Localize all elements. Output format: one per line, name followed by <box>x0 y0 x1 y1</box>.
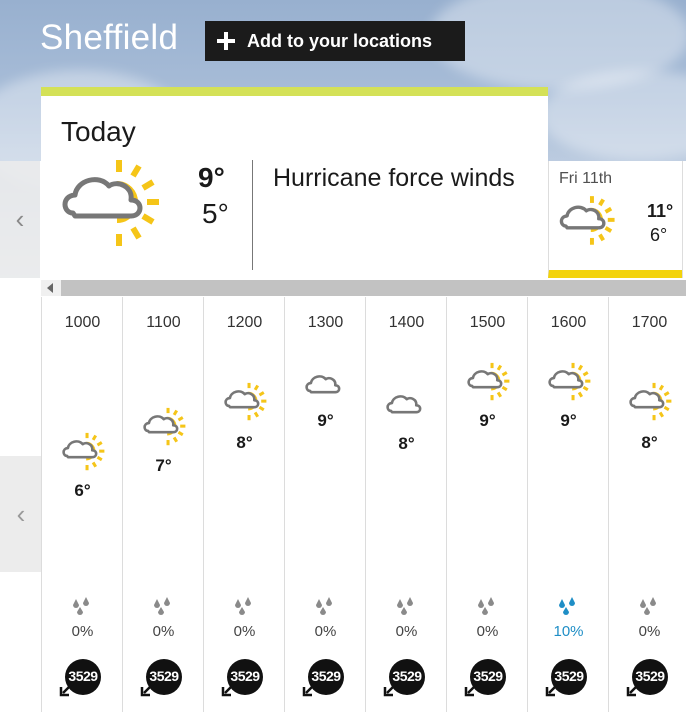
hour-temperature: 8° <box>398 434 415 453</box>
rain-chance: 10% <box>553 623 584 640</box>
hour-column[interactable]: 1700 8° 0% 3529 <box>608 297 686 712</box>
hour-column[interactable]: 1300 9° 0% 3529 <box>284 297 365 712</box>
scroll-left-button[interactable] <box>41 280 59 296</box>
raindrop-icon <box>397 597 413 615</box>
wind-direction-arrow-icon <box>383 682 398 697</box>
wind-badge: 3529 <box>221 659 263 697</box>
wind-badge: 3529 <box>464 659 506 697</box>
sunny-intervals-icon <box>224 382 267 421</box>
hour-column[interactable]: 1500 9° 0% 3529 <box>446 297 527 712</box>
hour-temperature: 8° <box>641 433 658 452</box>
scrollbar-thumb[interactable] <box>61 280 686 296</box>
weather-description: Hurricane force winds <box>273 164 515 192</box>
sunny-intervals-icon <box>629 382 672 421</box>
hour-temperature: 9° <box>479 411 496 430</box>
hour-temperature: 9° <box>317 411 334 430</box>
wind-direction-arrow-icon <box>464 682 479 697</box>
wind-badge: 3529 <box>140 659 182 697</box>
wind-direction-arrow-icon <box>302 682 317 697</box>
wind-direction-arrow-icon <box>140 682 155 697</box>
previous-hours-arrow[interactable]: ‹ <box>0 456 42 572</box>
plus-icon <box>215 30 237 52</box>
location-title: Sheffield <box>40 18 179 57</box>
raindrop-icon <box>316 597 332 615</box>
hour-time: 1500 <box>469 314 506 331</box>
wind-direction-arrow-icon <box>545 682 560 697</box>
previous-day-arrow[interactable]: ‹ <box>0 161 40 278</box>
hour-time: 1400 <box>388 314 425 331</box>
rain-chance: 0% <box>314 623 337 640</box>
divider <box>252 160 253 270</box>
hour-column[interactable]: 1100 7° 0% 3529 <box>122 297 203 712</box>
rain-chance: 0% <box>638 623 661 640</box>
next-day-card-edge[interactable] <box>682 161 686 278</box>
wind-badge: 3529 <box>302 659 344 697</box>
hour-temperature: 6° <box>74 481 91 500</box>
today-low-temp: 5° <box>202 198 229 229</box>
sunny-intervals-icon <box>467 362 510 401</box>
wind-direction-arrow-icon <box>221 682 236 697</box>
rain-chance: 0% <box>395 623 418 640</box>
add-to-locations-label: Add to your locations <box>247 30 433 51</box>
day-card-friday[interactable]: Fri 11th 11° 6° <box>548 161 682 278</box>
rain-chance: 0% <box>476 623 499 640</box>
sunny-intervals-icon <box>548 362 591 401</box>
chevron-left-icon: ‹ <box>15 204 25 234</box>
hour-temperature: 8° <box>236 433 253 452</box>
cloud-icon <box>386 395 422 414</box>
today-high-temp: 9° <box>198 162 225 193</box>
hour-column[interactable]: 1000 6° 0% 3529 <box>41 297 122 712</box>
hour-column[interactable]: 1600 9° 10% 3529 <box>527 297 608 712</box>
hour-time: 1300 <box>307 314 344 331</box>
hour-time: 1200 <box>226 314 263 331</box>
rain-chance: 0% <box>71 623 94 640</box>
sunny-intervals-icon <box>559 196 615 245</box>
cloud-icon <box>305 375 341 394</box>
wind-badge: 3529 <box>626 659 668 697</box>
wind-badge: 3529 <box>545 659 587 697</box>
sunny-intervals-icon <box>143 407 186 446</box>
raindrop-icon <box>478 597 494 615</box>
sunny-intervals-icon <box>62 432 105 471</box>
wind-direction-arrow-icon <box>626 682 641 697</box>
hour-time: 1100 <box>146 314 181 331</box>
hour-column[interactable]: 1200 8° 0% 3529 <box>203 297 284 712</box>
today-card[interactable]: Today 9° 5° Hurricane force winds <box>41 87 548 278</box>
hour-temperature: 9° <box>560 411 577 430</box>
chevron-left-icon: ‹ <box>16 498 26 529</box>
hour-column[interactable]: 1400 8° 0% 3529 <box>365 297 446 712</box>
hour-time: 1600 <box>550 314 587 331</box>
hour-time: 1000 <box>64 314 101 331</box>
raindrop-icon <box>235 597 251 615</box>
raindrop-icon <box>73 597 89 615</box>
rain-chance: 0% <box>152 623 175 640</box>
friday-high-temp: 11° <box>647 201 674 221</box>
raindrop-icon <box>559 597 575 615</box>
raindrop-icon <box>154 597 170 615</box>
day-label: Fri 11th <box>559 170 613 187</box>
friday-low-temp: 6° <box>650 225 668 245</box>
hour-time: 1700 <box>631 314 668 331</box>
wind-direction-arrow-icon <box>59 682 74 697</box>
hour-temperature: 7° <box>155 456 172 475</box>
add-to-locations-button[interactable]: Add to your locations <box>205 21 465 61</box>
hourly-forecast: 1000 6° 0% 3529 1100 7° 0% 3529 1200 8° 0% 3529 1300… <box>41 297 686 712</box>
day-label: Today <box>61 116 136 147</box>
sunny-intervals-icon <box>62 160 159 246</box>
rain-chance: 0% <box>233 623 256 640</box>
wind-badge: 3529 <box>383 659 425 697</box>
wind-badge: 3529 <box>59 659 101 697</box>
raindrop-icon <box>640 597 656 615</box>
horizontal-scrollbar[interactable] <box>41 280 686 296</box>
